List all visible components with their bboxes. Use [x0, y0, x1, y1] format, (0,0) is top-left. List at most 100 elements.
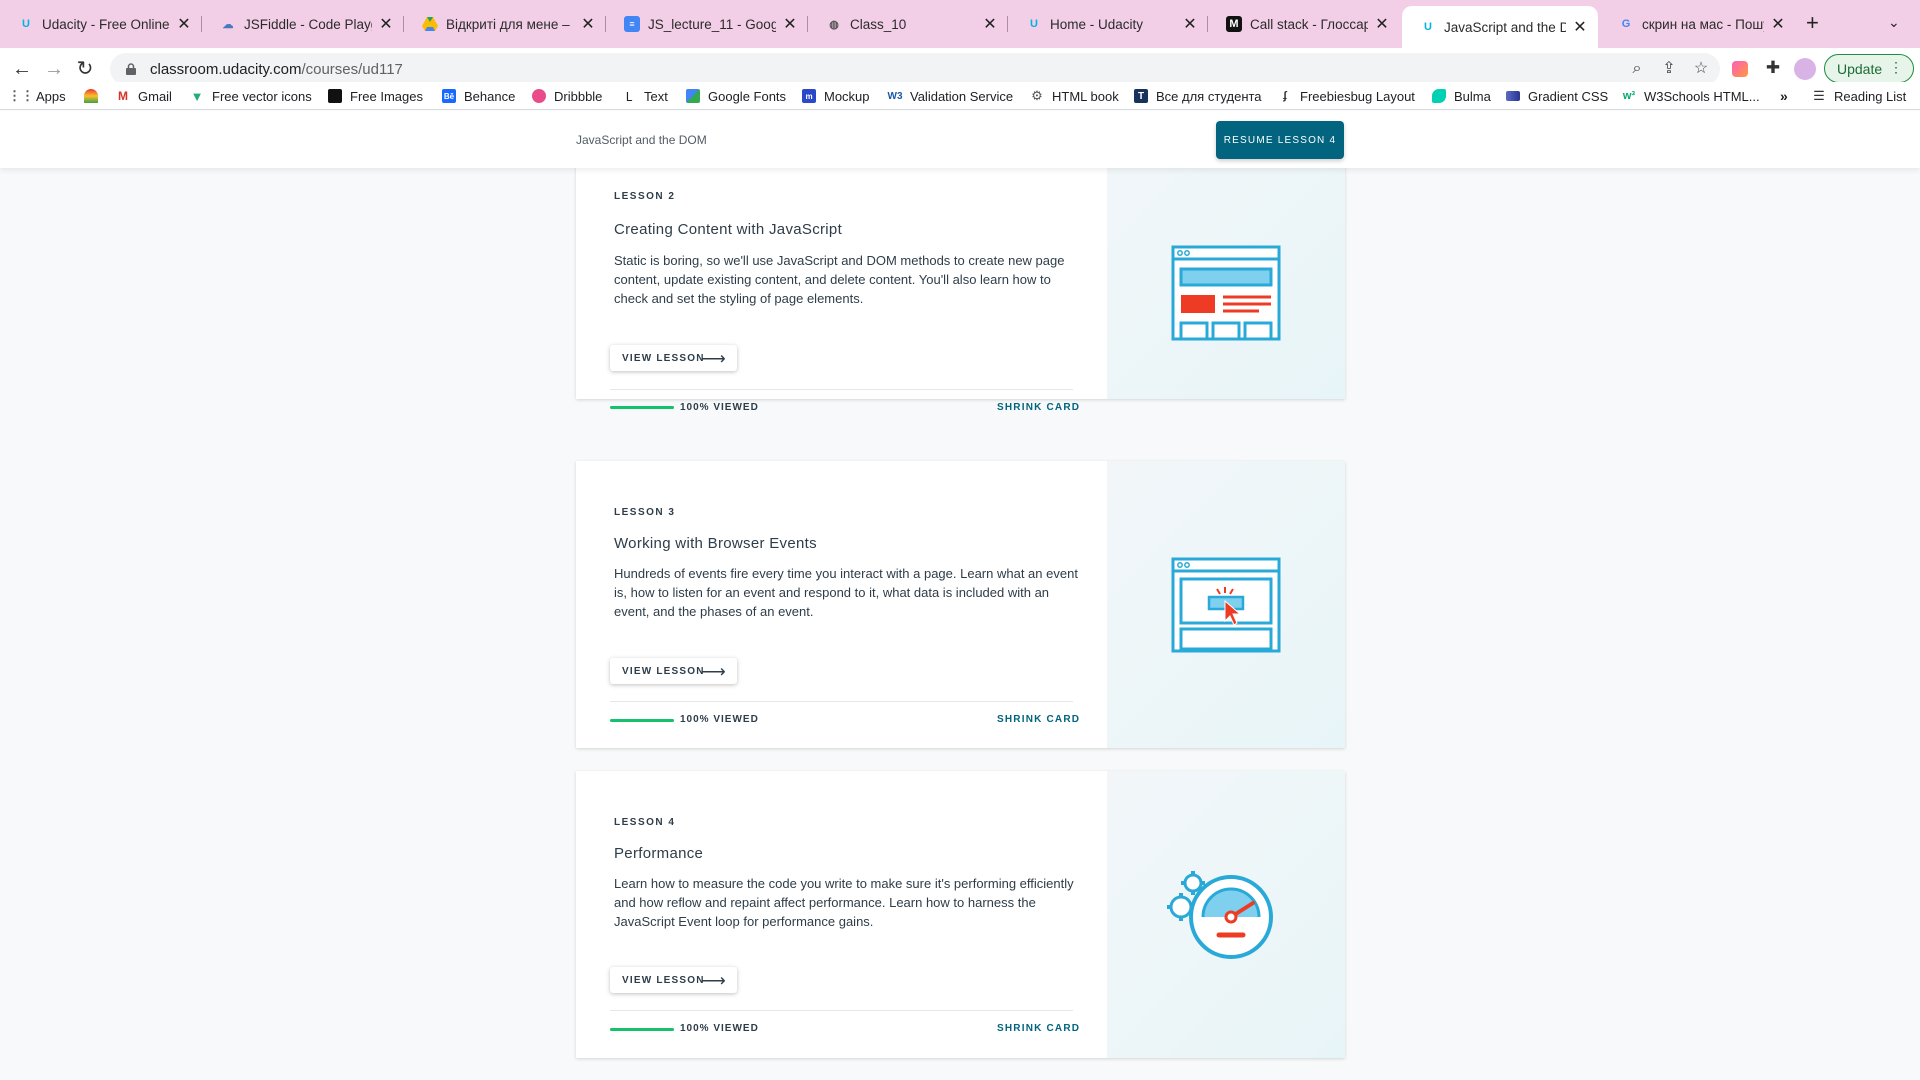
bookmark-label: Reading List [1834, 88, 1907, 104]
extension-gradient-icon[interactable] [1732, 61, 1748, 77]
google-drive-icon [422, 16, 438, 32]
tab-title: Відкриті для мене – Go [446, 16, 574, 32]
bookmarks-overflow-chevron-icon[interactable]: » [1780, 85, 1788, 107]
tab-title: скрин на мас - Пошук [1642, 16, 1764, 32]
bookmark-free-vector-icons[interactable]: ▼ Free vector icons [190, 85, 312, 107]
bookmark-label: HTML book [1052, 88, 1119, 104]
close-icon[interactable]: ✕ [1182, 14, 1198, 34]
close-icon[interactable]: ✕ [176, 14, 192, 34]
shrink-card-button[interactable]: SHRINK CARD [997, 1023, 1080, 1034]
new-tab-button[interactable]: + [1806, 10, 1819, 36]
bookmark-bulma[interactable]: Bulma [1432, 85, 1491, 107]
view-lesson-label: VIEW LESSON [622, 352, 705, 364]
unsplash-icon [328, 89, 342, 103]
bookmark-google-fonts[interactable]: Google Fonts [686, 85, 786, 107]
menu-kebab-icon[interactable]: ⋮ [1889, 59, 1903, 76]
tab-title: Udacity - Free Online Cl [42, 16, 170, 32]
browser-click-icon [1171, 557, 1281, 653]
w3schools-icon: w³ [1622, 90, 1636, 102]
bookmark-apps[interactable]: ⋮⋮ Apps [8, 85, 66, 107]
bookmark-label: Freebiesbug Layout [1300, 88, 1415, 104]
bookmark-star-icon[interactable]: ☆ [1690, 58, 1712, 80]
close-icon[interactable]: ✕ [378, 14, 394, 34]
mdn-icon: M [1226, 16, 1242, 32]
tab-udacity-free[interactable]: U Udacity - Free Online Cl ✕ [0, 8, 202, 40]
freebiesbug-icon: ʄ [1283, 90, 1287, 102]
bulma-icon [1432, 89, 1446, 103]
zoom-icon[interactable]: ⌕ [1626, 58, 1648, 80]
lesson-card-body: LESSON 4 Performance Learn how to measur… [576, 771, 1106, 1058]
reading-list-icon: ☰ [1813, 88, 1825, 103]
bookmark-label: Все для студента [1156, 88, 1262, 104]
view-lesson-label: VIEW LESSON [622, 665, 705, 677]
tab-google-drive[interactable]: Відкриті для мене – Go ✕ [404, 8, 606, 40]
reload-button[interactable]: ↻ [72, 56, 98, 82]
tab-class-10[interactable]: ◍ Class_10 ✕ [808, 8, 1008, 40]
view-lesson-button[interactable]: VIEW LESSON ⟶ [610, 345, 737, 371]
bookmark-gmail[interactable]: M Gmail [116, 85, 172, 107]
lesson-title: Performance [614, 845, 704, 862]
tab-javascript-dom[interactable]: U JavaScript and the DOM ✕ [1402, 6, 1598, 48]
resume-lesson-button[interactable]: RESUME LESSON 4 [1216, 121, 1344, 159]
share-icon[interactable]: ⇪ [1658, 58, 1680, 80]
tab-google-docs[interactable]: ≡ JS_lecture_11 - Google ✕ [606, 8, 808, 40]
arrow-right-icon: ⟶ [701, 349, 727, 368]
bookmark-html-book[interactable]: ⚙ HTML book [1030, 85, 1119, 107]
bookmark-freebiesbug[interactable]: ʄ Freebiesbug Layout [1278, 85, 1415, 107]
w3c-icon: W3 [887, 90, 903, 102]
close-icon[interactable]: ✕ [982, 14, 998, 34]
classroom-page: JavaScript and the DOM RESUME LESSON 4 L… [0, 111, 1920, 1080]
bookmark-label: W3Schools HTML... [1644, 88, 1760, 104]
update-label: Update [1837, 60, 1883, 77]
bookmark-behance[interactable]: Bē Behance [442, 85, 515, 107]
progress-label: 100% VIEWED [680, 714, 759, 725]
bookmark-mockup[interactable]: m Mockup [802, 85, 870, 107]
close-icon[interactable]: ✕ [1572, 17, 1588, 37]
tab-jsfiddle[interactable]: ☁ JSFiddle - Code Playgro ✕ [202, 8, 404, 40]
tab-title: Class_10 [850, 16, 907, 32]
back-button[interactable]: ← [9, 56, 35, 82]
bookmark-rainbow[interactable] [84, 85, 106, 107]
tab-home-udacity[interactable]: U Home - Udacity ✕ [1008, 8, 1208, 40]
profile-avatar[interactable] [1794, 58, 1816, 80]
tab-strip: U Udacity - Free Online Cl ✕ ☁ JSFiddle … [0, 0, 1920, 48]
address-bar[interactable]: classroom.udacity.com/courses/ud117 ⌕ ⇪ … [110, 53, 1720, 85]
update-button[interactable]: Update ⋮ [1824, 54, 1914, 83]
bookmark-label: Dribbble [554, 88, 603, 104]
view-lesson-button[interactable]: VIEW LESSON ⟶ [610, 658, 737, 684]
course-header: JavaScript and the DOM RESUME LESSON 4 [0, 111, 1920, 168]
bookmark-free-images[interactable]: Free Images [328, 85, 423, 107]
bookmark-label: Free Images [350, 88, 423, 104]
close-icon[interactable]: ✕ [1374, 14, 1390, 34]
google-icon: G [1621, 18, 1631, 30]
speedometer-gears-icon [1167, 871, 1273, 959]
url-text[interactable]: classroom.udacity.com/courses/ud117 [150, 61, 403, 78]
lesson-number: LESSON 4 [614, 817, 676, 828]
extensions-puzzle-icon[interactable]: ✚ [1762, 58, 1784, 80]
bookmark-reading-list[interactable]: ☰ Reading List [1812, 85, 1906, 107]
forward-button[interactable]: → [41, 56, 67, 82]
close-icon[interactable]: ✕ [782, 14, 798, 34]
close-icon[interactable]: ✕ [1770, 14, 1786, 34]
shrink-card-button[interactable]: SHRINK CARD [997, 714, 1080, 725]
bookmark-label: Mockup [824, 88, 870, 104]
tab-google-search[interactable]: G скрин на мас - Пошук ✕ [1600, 8, 1796, 40]
bookmark-validation-service[interactable]: W3 Validation Service [887, 85, 1014, 107]
bookmark-gradient-css[interactable]: Gradient CSS [1506, 85, 1608, 107]
bookmark-w3schools[interactable]: w³ W3Schools HTML... [1622, 85, 1760, 107]
tab-call-stack[interactable]: M Call stack - Глоссарий ✕ [1208, 8, 1400, 40]
bookmark-dribbble[interactable]: Dribbble [532, 85, 602, 107]
tab-search-chevron-icon[interactable]: ⌄ [1888, 14, 1900, 31]
close-icon[interactable]: ✕ [580, 14, 596, 34]
bookmark-label: Gradient CSS [1528, 88, 1609, 104]
view-lesson-button[interactable]: VIEW LESSON ⟶ [610, 967, 737, 993]
bookmark-student[interactable]: T Все для студента [1134, 85, 1262, 107]
lesson-number: LESSON 2 [614, 191, 676, 202]
shrink-card-button[interactable]: SHRINK CARD [997, 402, 1080, 413]
lock-icon[interactable] [120, 58, 142, 80]
tab-title: Home - Udacity [1050, 16, 1144, 32]
bookmark-label: Text [644, 88, 668, 104]
apps-grid-icon: ⋮⋮ [8, 88, 34, 103]
tab-title: JavaScript and the DOM [1444, 19, 1566, 35]
bookmark-text[interactable]: Ⳑ Text [622, 85, 668, 107]
